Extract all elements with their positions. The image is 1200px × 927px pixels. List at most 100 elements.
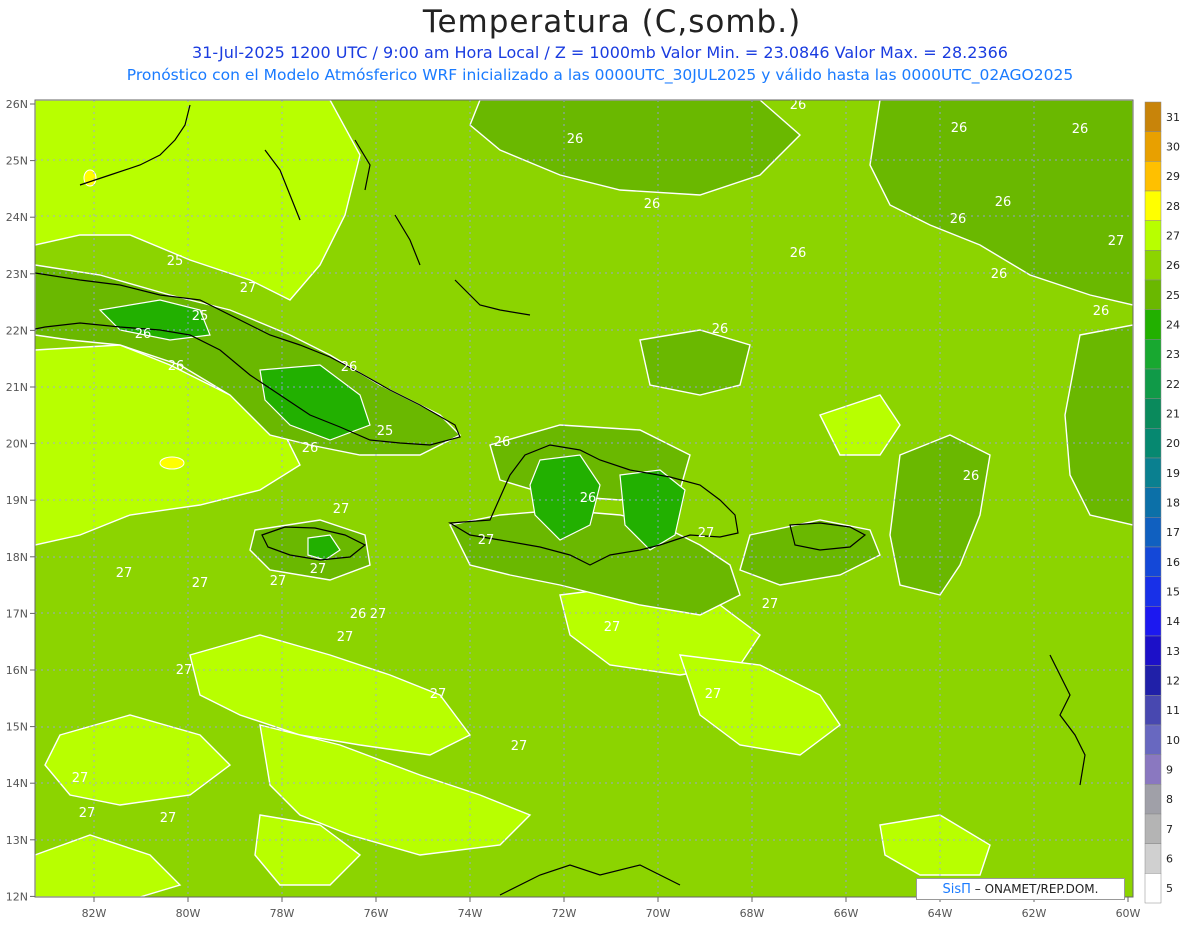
contour-label: 26: [168, 359, 185, 374]
colorbar-label: 16: [1166, 556, 1180, 569]
contour-label: 27: [176, 663, 193, 678]
colorbar-swatch: [1144, 368, 1162, 399]
colorbar-label: 31: [1166, 111, 1180, 124]
contour-label: 27: [79, 806, 96, 821]
colorbar-label: 25: [1166, 289, 1180, 302]
colorbar-label: 7: [1166, 823, 1173, 836]
contour-label: 26: [302, 441, 319, 456]
colorbar-label: 21: [1166, 408, 1180, 421]
subtitle-model-info: Pronóstico con el Modelo Atmósferico WRF…: [126, 66, 1074, 84]
contour-label: 27: [604, 620, 621, 635]
colorbar-label: 26: [1166, 259, 1180, 272]
temperature-map: 26 26 26 26 26 26 26 27 26 25 27 26 26 26 25 26 26 26 26 26…: [6, 98, 1180, 920]
contour-label: 27: [160, 811, 177, 826]
contour-label: 26: [712, 322, 729, 337]
subtitle-valid-time: 31-Jul-2025 1200 UTC / 9:00 am Hora Loca…: [192, 43, 1008, 62]
colorbar-label: 10: [1166, 734, 1180, 747]
colorbar-swatch: [1144, 101, 1162, 132]
contour-label: 25: [377, 424, 394, 439]
lat-label: 22N: [6, 324, 28, 337]
cool-region-central: [639, 329, 751, 396]
lon-label: 82W: [82, 907, 107, 920]
contour-label: 26: [580, 491, 597, 506]
colorbar-swatch: [1144, 398, 1162, 429]
contour-label: 26: [567, 132, 584, 147]
latitude-labels: 26N 25N 24N 23N 22N 21N 20N 19N 18N 17N 16N 15N 14N 1…: [6, 98, 35, 903]
contour-label: 26: [951, 121, 968, 136]
contour-label: 26: [644, 197, 661, 212]
colorbar-swatch: [1144, 635, 1162, 666]
colorbar-swatch: [1144, 665, 1162, 696]
lat-label: 12N: [6, 890, 28, 903]
colorbar-label: 6: [1166, 853, 1173, 866]
credit-box: SisΠ – ONAMET/REP.DOM.: [916, 878, 1125, 900]
lon-label: 62W: [1022, 907, 1047, 920]
colorbar-swatch: [1144, 606, 1162, 637]
contour-label: 27: [705, 687, 722, 702]
colorbar-swatch: [1144, 754, 1162, 785]
colorbar-label: 28: [1166, 200, 1180, 213]
contour-label: 27: [370, 607, 387, 622]
map-title: Temperatura (C,somb.): [422, 4, 802, 40]
colorbar-label: 19: [1166, 467, 1180, 480]
lat-label: 15N: [6, 721, 28, 734]
lat-label: 18N: [6, 551, 28, 564]
colorbar-label: 22: [1166, 378, 1180, 391]
contour-label: 26: [950, 212, 967, 227]
longitude-labels: 82W 80W 78W 76W 74W 72W 70W 68W 66W 64W 62W 60W: [82, 897, 1141, 920]
contour-label: 27: [478, 533, 495, 548]
contour-label: 25: [192, 309, 209, 324]
contour-label: 27: [270, 574, 287, 589]
lon-label: 66W: [834, 907, 859, 920]
contour-label: 26: [991, 267, 1008, 282]
colorbar-swatch: [1144, 457, 1162, 488]
colorbar-swatch: [1144, 517, 1162, 548]
colorbar-swatch: [1144, 487, 1162, 518]
contour-label: 26: [341, 360, 358, 375]
lon-label: 70W: [646, 907, 671, 920]
lat-label: 21N: [6, 381, 28, 394]
contour-label: 27: [698, 526, 715, 541]
contour-label: 27: [430, 687, 447, 702]
contour-label: 26: [135, 327, 152, 342]
lon-label: 76W: [364, 907, 389, 920]
lon-label: 60W: [1116, 907, 1141, 920]
colorbar-label: 12: [1166, 675, 1180, 688]
colorbar-label: 14: [1166, 615, 1180, 628]
contour-label: 27: [1108, 234, 1125, 249]
colorbar-swatch: [1144, 190, 1162, 221]
lat-label: 26N: [6, 98, 28, 111]
colorbar-label: 5: [1166, 882, 1173, 895]
colorbar-swatch: [1144, 339, 1162, 370]
colorbar-label: 29: [1166, 170, 1180, 183]
hot-spot-west: [159, 456, 185, 470]
lon-label: 72W: [552, 907, 577, 920]
colorbar-label: 18: [1166, 497, 1180, 510]
lat-label: 23N: [6, 268, 28, 281]
lon-label: 68W: [740, 907, 765, 920]
colorbar-swatch: [1144, 724, 1162, 755]
colorbar-label: 9: [1166, 764, 1173, 777]
colorbar-swatch: [1144, 220, 1162, 251]
colorbar: 31 30 29 28 27 26 25 24 23 22 21 20 19 18 17 16 15 14 13 12…: [1144, 101, 1180, 904]
contour-label: 27: [762, 597, 779, 612]
colorbar-label: 13: [1166, 645, 1180, 658]
colorbar-label: 17: [1166, 526, 1180, 539]
contour-label: 26: [963, 469, 980, 484]
credit-brand: SisΠ: [942, 882, 971, 897]
colorbar-swatch: [1144, 546, 1162, 577]
contour-label: 26: [995, 195, 1012, 210]
lon-label: 74W: [458, 907, 483, 920]
lat-label: 17N: [6, 607, 28, 620]
lat-label: 13N: [6, 834, 28, 847]
colorbar-swatch: [1144, 428, 1162, 459]
colorbar-label: 27: [1166, 230, 1180, 243]
colorbar-label: 11: [1166, 704, 1180, 717]
contour-label: 27: [337, 630, 354, 645]
colorbar-label: 20: [1166, 437, 1180, 450]
credit-text: – ONAMET/REP.DOM.: [970, 882, 1099, 896]
contour-label: 26: [1093, 304, 1110, 319]
colorbar-swatch: [1144, 161, 1162, 192]
contour-label: 25: [167, 254, 184, 269]
lat-label: 16N: [6, 664, 28, 677]
